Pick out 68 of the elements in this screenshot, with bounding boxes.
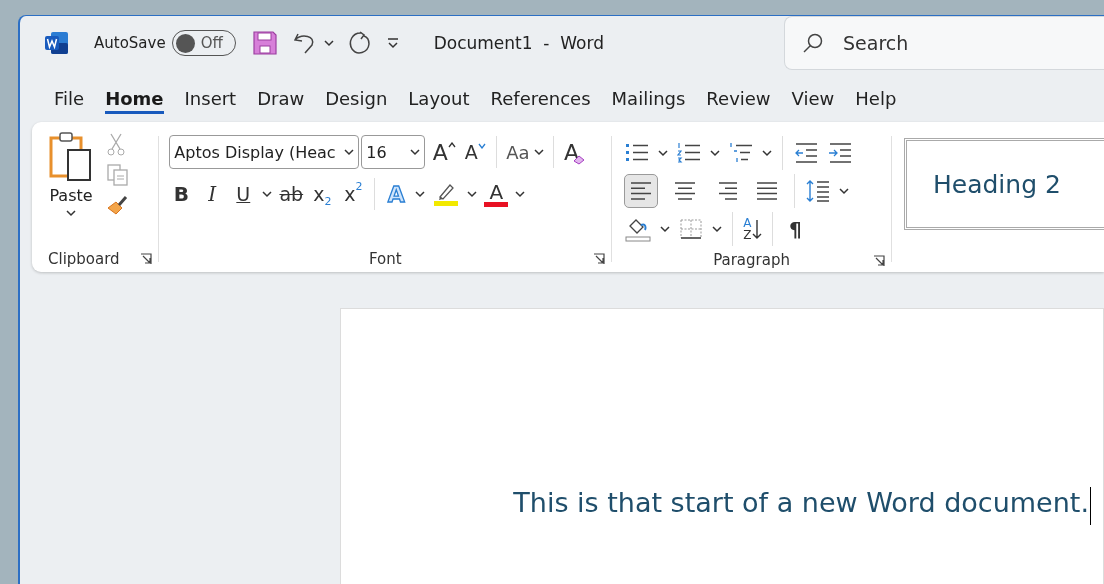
dialog-launcher-icon[interactable] — [140, 253, 153, 265]
chevron-down-icon[interactable] — [712, 225, 723, 233]
caret-up-icon — [447, 141, 456, 148]
chevron-down-icon — [410, 148, 421, 156]
chevron-down-icon[interactable] — [515, 190, 526, 198]
search-field[interactable]: Search — [784, 16, 1104, 70]
chevron-down-icon[interactable] — [262, 190, 273, 198]
font-name-dropdown[interactable]: Aptos Display (Heac — [169, 135, 360, 169]
chevron-down-icon — [66, 209, 76, 217]
chevron-down-icon — [344, 148, 355, 156]
word-logo-icon — [44, 30, 70, 56]
chevron-down-icon[interactable] — [323, 39, 334, 47]
document-title: Document1 - Word — [433, 33, 604, 53]
alignment-icon — [755, 180, 780, 202]
chevron-down-icon[interactable] — [762, 149, 773, 157]
decrease-indent-icon[interactable] — [793, 141, 820, 165]
increase-indent-icon[interactable] — [827, 141, 854, 165]
multilevel-list-icon[interactable] — [728, 141, 755, 165]
shrink-font-button[interactable]: A — [463, 141, 488, 163]
ribbon-tab[interactable]: File — [54, 83, 85, 114]
align-button[interactable] — [624, 174, 659, 208]
borders-icon[interactable] — [678, 217, 705, 241]
strikethrough-button[interactable]: ab — [279, 183, 304, 205]
overflow-chevron-icon — [385, 36, 400, 50]
dialog-launcher-icon[interactable] — [873, 255, 885, 267]
save-button[interactable] — [251, 30, 278, 56]
ribbon-tab[interactable]: Review — [706, 83, 771, 114]
line-spacing-icon[interactable] — [805, 178, 832, 204]
font-color-button[interactable]: A — [484, 181, 509, 207]
ribbon-tab[interactable]: Home — [105, 83, 164, 114]
ribbon-tab[interactable]: Insert — [184, 83, 237, 114]
ribbon-tab[interactable]: Draw — [257, 83, 305, 114]
grow-font-button[interactable]: A — [432, 139, 457, 165]
sort-button[interactable]: A Z — [743, 217, 763, 241]
caret-down-icon — [477, 143, 486, 149]
chevron-down-icon[interactable] — [467, 190, 478, 198]
search-icon — [802, 32, 824, 54]
italic-button[interactable]: I — [200, 182, 225, 206]
customize-toolbar-button[interactable] — [385, 36, 400, 50]
paste-button[interactable]: Paste — [48, 130, 94, 246]
underline-button[interactable]: U — [231, 183, 256, 205]
text-cursor — [1090, 487, 1091, 525]
ribbon-tab[interactable]: View — [791, 83, 835, 114]
ribbon-tab[interactable]: Mailings — [611, 83, 686, 114]
numbered-list-icon[interactable] — [676, 141, 703, 165]
chevron-down-icon[interactable] — [415, 190, 426, 198]
chevron-down-icon[interactable] — [658, 149, 669, 157]
style-gallery-item[interactable]: Heading 2 — [904, 138, 1104, 230]
show-formatting-marks-button[interactable]: ¶ — [783, 217, 808, 241]
bold-button[interactable]: B — [169, 182, 194, 206]
alignment-icon — [629, 180, 654, 202]
ribbon-tab[interactable]: Layout — [408, 83, 470, 114]
clipboard-icon — [48, 130, 94, 182]
chevron-down-icon[interactable] — [839, 187, 850, 195]
ribbon-tab[interactable]: Design — [325, 83, 388, 114]
ribbon-tab[interactable]: References — [490, 83, 591, 114]
group-label: Paragraph — [713, 251, 790, 269]
document-text: This is that start of a new Word document. — [513, 487, 1089, 518]
chevron-down-icon[interactable] — [710, 149, 721, 157]
dialog-launcher-icon[interactable] — [593, 253, 606, 265]
group-label: Clipboard — [48, 250, 120, 268]
change-case-button[interactable]: Aa — [506, 141, 544, 163]
ribbon-tab[interactable]: Help — [855, 83, 897, 114]
font-size-dropdown[interactable]: 16 — [361, 135, 426, 169]
autosave-label: AutoSave — [94, 34, 166, 52]
chevron-down-icon — [533, 148, 544, 156]
group-label: Font — [368, 250, 402, 268]
chevron-down-icon[interactable] — [660, 225, 671, 233]
